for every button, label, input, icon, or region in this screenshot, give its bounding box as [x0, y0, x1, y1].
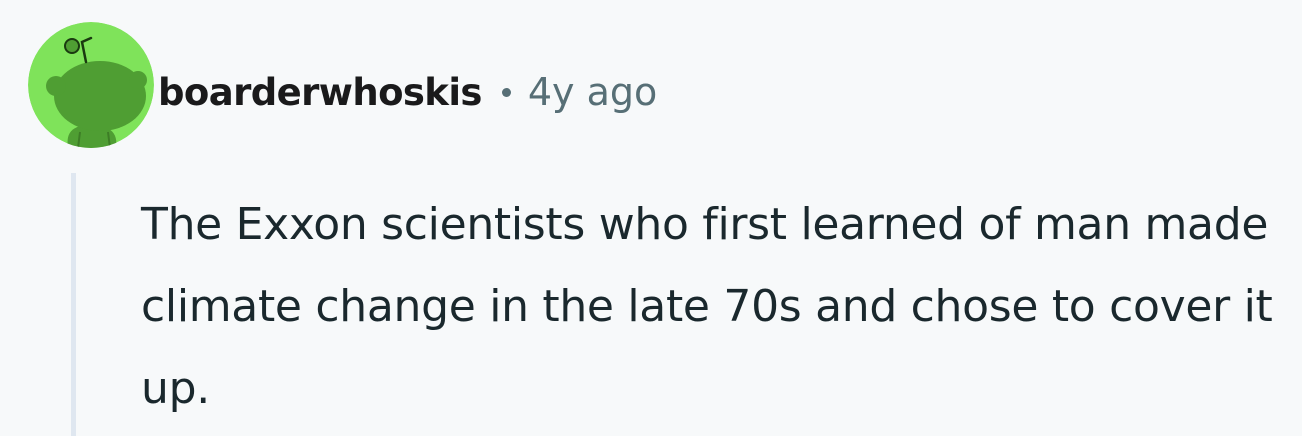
- snoo-avatar-icon: [28, 22, 154, 148]
- separator-dot: [501, 87, 511, 97]
- comment-meta: boarderwhoskis 4y ago: [158, 62, 657, 122]
- comment-body: The Exxon scientists who first learned o…: [141, 199, 1273, 414]
- thread-line[interactable]: [71, 173, 76, 436]
- comment: boarderwhoskis 4y ago The Exxon scientis…: [0, 0, 1302, 436]
- author-username[interactable]: boarderwhoskis: [158, 71, 482, 114]
- avatar[interactable]: [28, 22, 154, 148]
- comment-timestamp[interactable]: 4y ago: [528, 70, 657, 114]
